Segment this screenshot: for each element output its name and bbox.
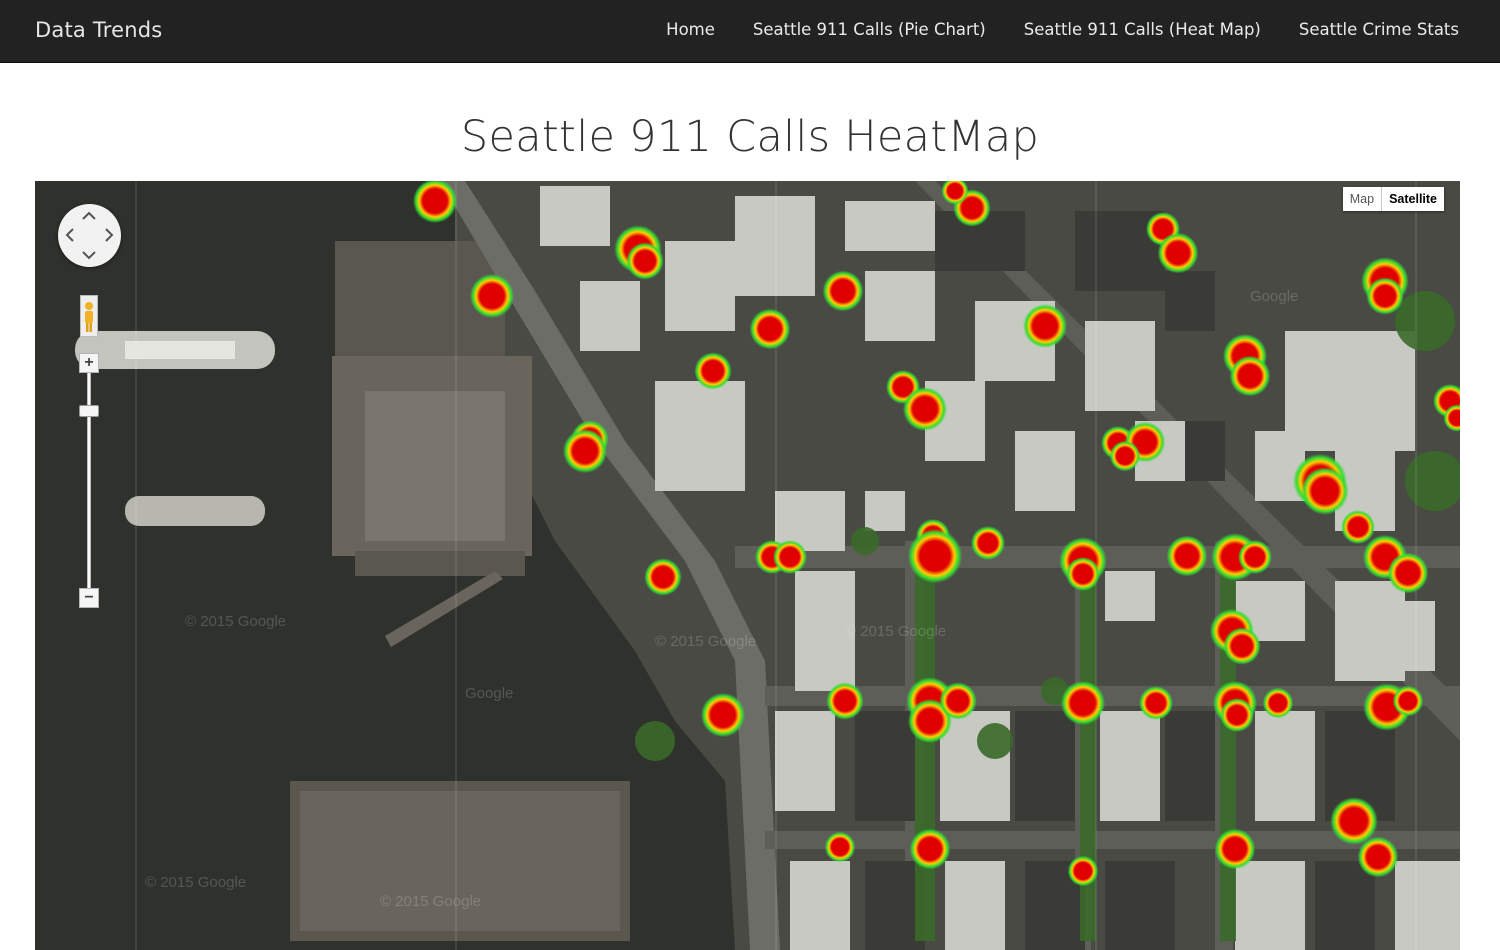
- top-navbar: Data Trends Home Seattle 911 Calls (Pie …: [0, 0, 1500, 63]
- heat-spot: [824, 831, 856, 863]
- heat-spot: [1262, 687, 1294, 719]
- heat-spot: [822, 270, 864, 312]
- nav-link-heat-map[interactable]: Seattle 911 Calls (Heat Map): [1024, 0, 1261, 62]
- pan-control[interactable]: [58, 204, 121, 267]
- map-type-map-button[interactable]: Map: [1342, 187, 1382, 211]
- map-watermark: © 2015 Google: [845, 623, 946, 640]
- heat-spot: [562, 428, 608, 474]
- heat-spot: [1392, 685, 1424, 717]
- pan-arrows-icon: [65, 211, 114, 260]
- map-watermark: Google: [465, 685, 513, 702]
- map-watermark: © 2015 Google: [185, 613, 286, 630]
- satellite-imagery: © 2015 Google © 2015 Google © 2015 Googl…: [35, 181, 1460, 950]
- heat-spot: [644, 558, 682, 596]
- pegman-icon[interactable]: [80, 295, 98, 337]
- zoom-out-button[interactable]: −: [79, 588, 99, 608]
- zoom-slider-thumb[interactable]: [79, 405, 99, 417]
- heat-spot: [1330, 797, 1378, 845]
- heat-spot: [1357, 836, 1399, 878]
- nav-links: Home Seattle 911 Calls (Pie Chart) Seatt…: [628, 0, 1459, 62]
- heat-spot: [902, 386, 948, 432]
- map-watermark: © 2015 Google: [380, 893, 481, 910]
- heatmap-map[interactable]: © 2015 Google © 2015 Google © 2015 Googl…: [35, 181, 1460, 950]
- heat-spot: [1139, 686, 1173, 720]
- heat-spot: [1387, 552, 1429, 594]
- map-type-satellite-button[interactable]: Satellite: [1381, 187, 1444, 211]
- heat-spot: [749, 308, 791, 350]
- zoom-in-button[interactable]: +: [79, 353, 99, 373]
- heat-spot: [1301, 467, 1349, 515]
- map-watermark: Google: [1250, 288, 1298, 305]
- map-watermark: © 2015 Google: [145, 874, 246, 891]
- nav-link-crime-stats[interactable]: Seattle Crime Stats: [1299, 0, 1459, 62]
- heat-spot: [1060, 680, 1106, 726]
- heat-spot: [907, 528, 963, 584]
- heat-spot: [1238, 540, 1272, 574]
- nav-link-home[interactable]: Home: [666, 0, 715, 62]
- heat-spot: [826, 682, 864, 720]
- heat-spot: [1022, 303, 1068, 349]
- heat-spot: [700, 692, 746, 738]
- heat-spot: [1066, 557, 1100, 591]
- heat-spot: [1223, 627, 1261, 665]
- heat-spot: [1157, 232, 1199, 274]
- map-type-control: Map Satellite: [1342, 187, 1444, 211]
- brand-link[interactable]: Data Trends: [35, 0, 162, 62]
- heat-spot: [1166, 535, 1208, 577]
- heat-spot: [773, 540, 807, 574]
- heat-spot: [469, 273, 515, 319]
- heat-spot: [971, 526, 1005, 560]
- heat-spot: [626, 242, 664, 280]
- heat-spot: [1229, 355, 1271, 397]
- map-watermark: © 2015 Google: [655, 633, 756, 650]
- page-title: Seattle 911 Calls HeatMap: [460, 112, 1040, 162]
- heat-spot: [1109, 440, 1141, 472]
- heat-spot: [1341, 510, 1375, 544]
- heat-spot: [1214, 828, 1256, 870]
- heat-spot: [909, 828, 951, 870]
- heat-spot: [1366, 277, 1404, 315]
- nav-link-pie-chart[interactable]: Seattle 911 Calls (Pie Chart): [753, 0, 986, 62]
- heat-spot: [1067, 855, 1099, 887]
- heat-spot: [1220, 698, 1254, 732]
- heat-spot: [939, 682, 977, 720]
- heat-spot: [694, 352, 732, 390]
